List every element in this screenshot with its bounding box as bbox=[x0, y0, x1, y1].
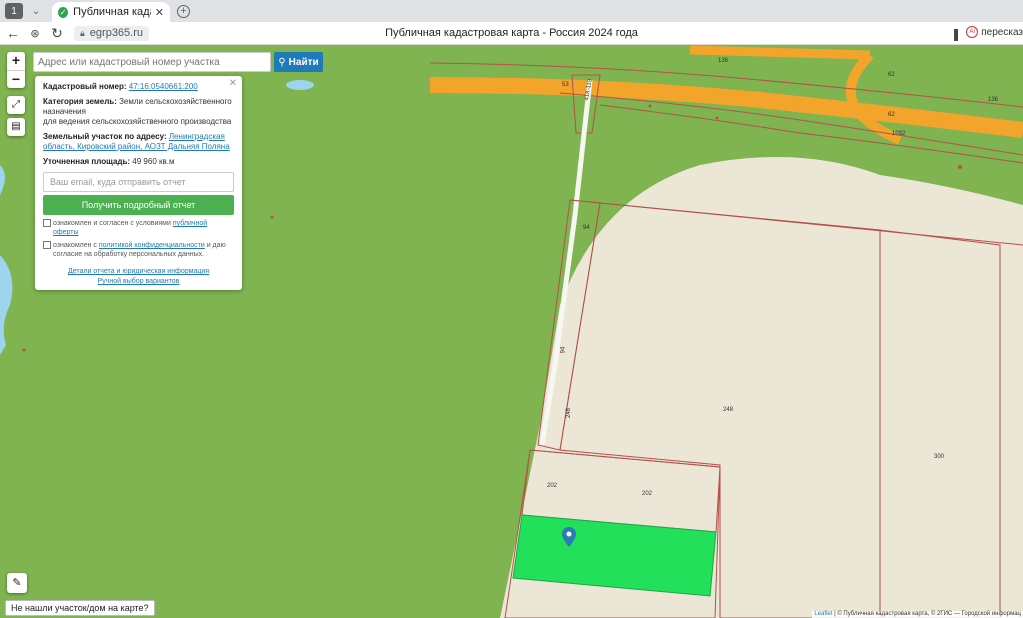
road-edge-3 bbox=[599, 104, 1023, 164]
tab-close-icon[interactable]: ✕ bbox=[155, 6, 164, 19]
offer-consent-checkbox[interactable] bbox=[43, 219, 51, 227]
boundary-marker bbox=[22, 348, 26, 352]
boundary-marker bbox=[648, 104, 652, 108]
chevron-down-icon[interactable]: ⌄ bbox=[28, 3, 44, 19]
road-label-62-b: 62 bbox=[888, 112, 895, 118]
privacy-consent-text: ознакомлен с bbox=[53, 242, 97, 249]
map-attribution: Leaflet | © Публичная кадастровая карта,… bbox=[812, 611, 1023, 618]
cadastral-number-link[interactable]: 47:16:0540661:200 bbox=[129, 82, 198, 91]
privacy-policy-link[interactable]: политикой конфиденциальности bbox=[99, 242, 205, 249]
search-button[interactable]: ⚲ Найти bbox=[274, 52, 323, 72]
page-title: Публичная кадастровая карта - Россия 202… bbox=[385, 27, 638, 39]
extension-label: пересказ bbox=[981, 26, 1023, 38]
boundary-marker bbox=[715, 116, 719, 120]
not-found-button[interactable]: Не нашли участок/дом на карте? bbox=[5, 600, 155, 616]
river-left bbox=[0, 255, 13, 355]
land-category-extra: для ведения сельскохозяйственного произв… bbox=[43, 117, 232, 126]
parcel-label-94-b: 94 bbox=[560, 346, 567, 354]
browser-address-bar: ← ⊛ ↻ 🔒︎ egrp365.ru Публичная кадастрова… bbox=[0, 22, 1023, 45]
highway-ramp bbox=[845, 51, 903, 145]
parcel-label-94: 94 bbox=[583, 225, 590, 231]
manual-selection-link[interactable]: Ручной выбор вариантов bbox=[98, 278, 180, 285]
boundary-marker bbox=[270, 215, 274, 219]
back-arrow-icon[interactable]: ← bbox=[2, 25, 24, 41]
search-button-label: Найти bbox=[288, 56, 319, 68]
highway bbox=[429, 77, 1023, 138]
popup-footer-links: Детали отчета и юридическая информация Р… bbox=[43, 267, 234, 287]
shield-icon[interactable]: ⊛ bbox=[24, 27, 46, 40]
area-value: 49 960 кв.м bbox=[132, 157, 175, 166]
tab-count-badge[interactable]: 1 bbox=[5, 3, 23, 19]
land-category-row: Категория земель: Земли сельскохозяйстве… bbox=[43, 97, 234, 127]
search-input[interactable] bbox=[33, 52, 271, 72]
cadastral-number-row: Кадастровый номер: 47:16:0540661:200 bbox=[43, 82, 234, 92]
extension-button[interactable]: AI пересказ bbox=[966, 26, 1023, 38]
highway-ramp-2 bbox=[689, 45, 871, 60]
parcel-label-202-b: 202 bbox=[642, 491, 653, 497]
river-top bbox=[0, 165, 5, 195]
land-category-label: Категория земель: bbox=[43, 97, 117, 106]
reload-icon[interactable]: ↻ bbox=[46, 25, 68, 42]
road-label-53: 53 bbox=[562, 82, 569, 88]
privacy-consent-row: ознакомлен с политикой конфиденциальност… bbox=[43, 241, 234, 259]
parcel-label-202: 202 bbox=[547, 483, 558, 489]
extension-icon: AI bbox=[966, 26, 979, 38]
parcel-label-248: 248 bbox=[566, 407, 573, 419]
bookmark-icon[interactable]: ❚ bbox=[951, 27, 961, 41]
browser-tab[interactable]: ✓ Публичная кадастров ✕ bbox=[52, 2, 170, 22]
zoom-out-button[interactable]: − bbox=[7, 70, 25, 88]
pond bbox=[286, 80, 314, 90]
report-details-link[interactable]: Детали отчета и юридическая информация bbox=[68, 268, 209, 275]
fullscreen-icon[interactable]: ⤢ bbox=[7, 96, 25, 114]
parcel-info-popup: ✕ Кадастровый номер: 47:16:0540661:200 К… bbox=[35, 76, 242, 290]
field-area-top-right bbox=[880, 175, 1023, 235]
zoom-control: + − bbox=[7, 52, 25, 88]
address-label: Земельный участок по адресу: bbox=[43, 132, 167, 141]
leaflet-link[interactable]: Leaflet bbox=[814, 611, 832, 617]
get-report-button[interactable]: Получить подробный отчет bbox=[43, 195, 234, 215]
email-field[interactable]: Ваш email, куда отправить отчет bbox=[43, 172, 234, 192]
road-label-1032: 1032 bbox=[892, 131, 906, 137]
map-marker-icon[interactable] bbox=[562, 527, 576, 547]
attribution-text: | © Публичная кадастровая карта, © 2ГИС … bbox=[834, 611, 1021, 617]
cadastral-number-label: Кадастровый номер: bbox=[43, 82, 127, 91]
browser-tab-bar: 1 ⌄ ✓ Публичная кадастров ✕ + bbox=[0, 0, 1023, 22]
offer-consent-text: ознакомлен и согласен с условиями bbox=[53, 220, 171, 227]
offer-consent-row: ознакомлен и согласен с условиями публич… bbox=[43, 219, 234, 237]
url-text: egrp365.ru bbox=[89, 27, 144, 39]
parcel-label-248-main: 248 bbox=[723, 407, 734, 413]
privacy-consent-checkbox[interactable] bbox=[43, 241, 51, 249]
address-row: Земельный участок по адресу: Ленинградск… bbox=[43, 132, 234, 152]
area-row: Уточненная площадь: 49 960 кв.м bbox=[43, 157, 234, 167]
road-label-62: 62 bbox=[888, 72, 895, 78]
search-icon: ⚲ bbox=[278, 56, 286, 68]
url-field[interactable]: 🔒︎ egrp365.ru bbox=[74, 25, 150, 41]
road-label-136: 136 bbox=[718, 58, 729, 64]
tab-title: Публичная кадастров bbox=[73, 6, 151, 18]
site-favicon-icon: ✓ bbox=[58, 6, 69, 18]
print-icon[interactable]: ▤ bbox=[7, 118, 25, 136]
new-tab-icon[interactable]: + bbox=[177, 4, 190, 18]
ruler-icon[interactable]: ✎ bbox=[7, 573, 27, 593]
area-label: Уточненная площадь: bbox=[43, 157, 131, 166]
boundary-marker bbox=[958, 165, 962, 169]
parcel-label-300: 300 bbox=[934, 454, 945, 460]
close-icon[interactable]: ✕ bbox=[229, 79, 237, 89]
road-label-136-east: 136 bbox=[988, 97, 999, 103]
zoom-in-button[interactable]: + bbox=[7, 52, 25, 70]
lock-icon: 🔒︎ bbox=[80, 27, 85, 38]
